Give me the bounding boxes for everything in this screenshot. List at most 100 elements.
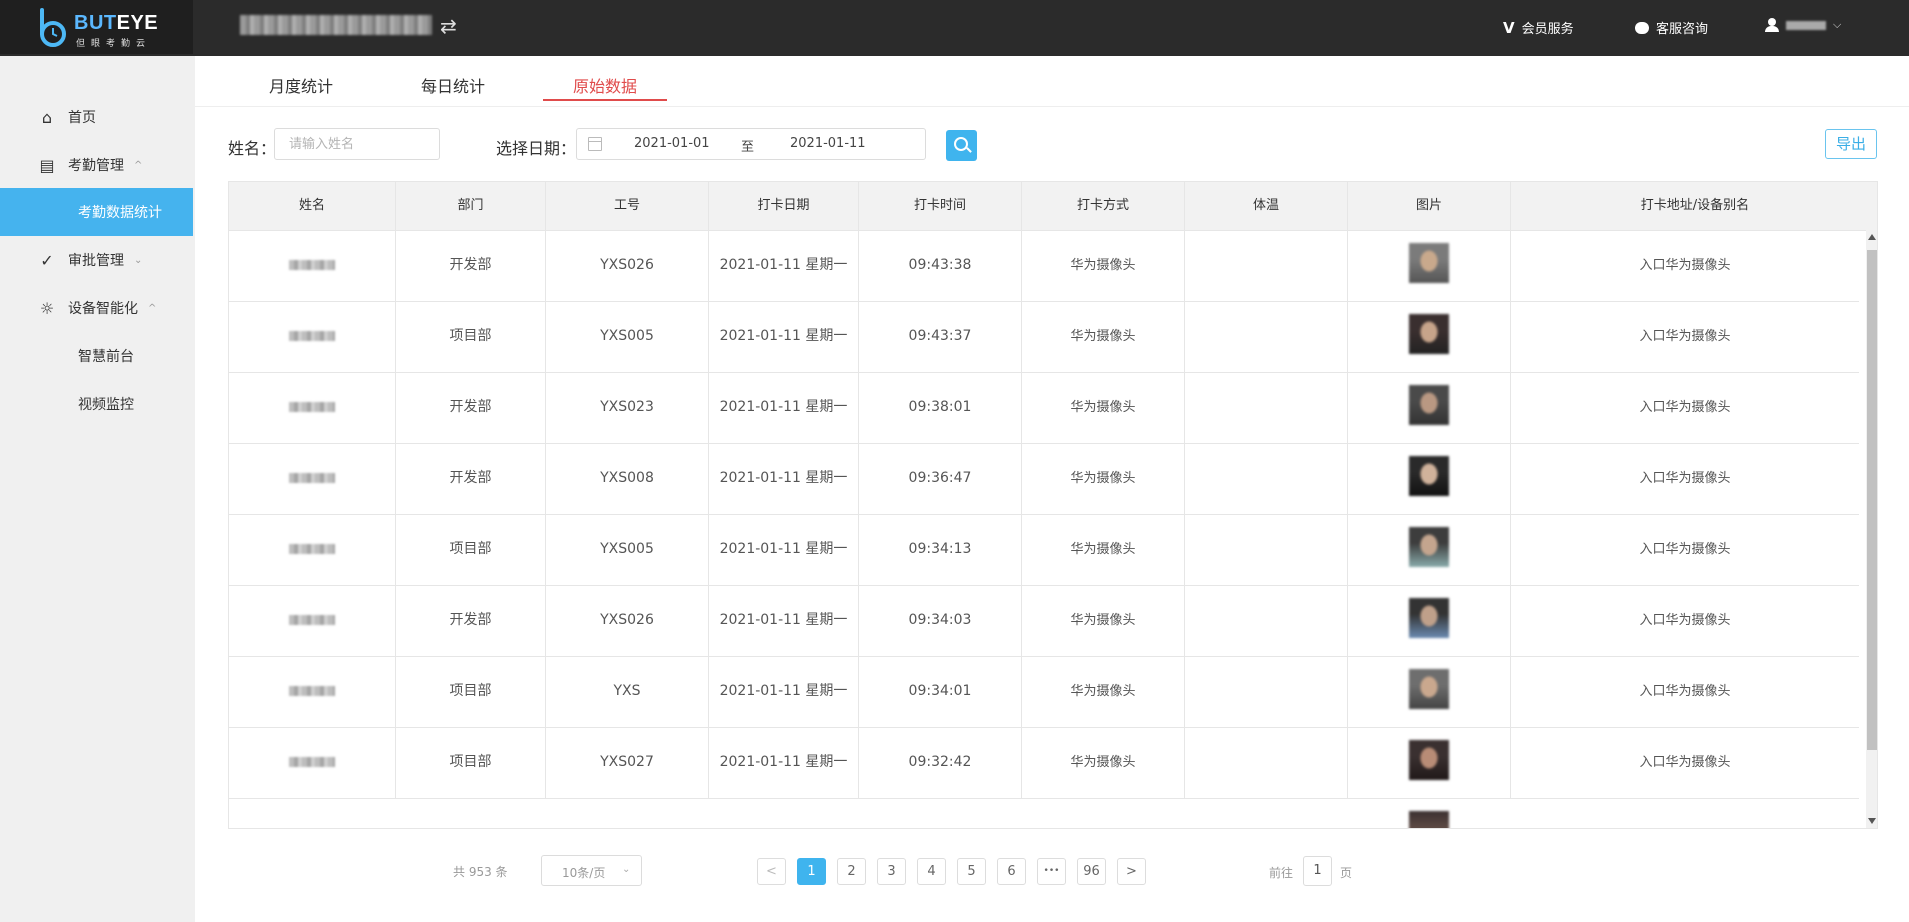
customer-service-label: 客服咨询: [1656, 22, 1709, 37]
page-4[interactable]: 4: [917, 858, 946, 885]
cell-dept: 开发部: [396, 585, 546, 656]
column-header[interactable]: 打卡日期: [709, 182, 859, 230]
face-photo-thumbnail[interactable]: [1409, 527, 1449, 567]
sidebar-item-device[interactable]: ☼ 设备智能化 ^: [0, 284, 193, 332]
column-header[interactable]: 姓名: [229, 182, 396, 230]
cell-employee-id: YXS023: [546, 372, 709, 443]
search-button[interactable]: [946, 130, 977, 161]
page-size-select[interactable]: 10条/页 ⌄: [541, 855, 642, 886]
page-2[interactable]: 2: [837, 858, 866, 885]
sidebar: ⌂ 首页 ▤ 考勤管理 ^ 考勤数据统计 ✓ 审批管理 ⌄ ☼ 设备智能化 ^ …: [0, 56, 195, 922]
cell-name: [229, 727, 396, 798]
cell-method: 华为摄像头: [1022, 514, 1185, 585]
calendar-chart-icon: ▤: [39, 155, 55, 175]
scroll-up-arrow-icon[interactable]: [1868, 234, 1876, 240]
page-6[interactable]: 6: [997, 858, 1026, 885]
cell-photo[interactable]: [1348, 656, 1511, 727]
sidebar-item-smart-reception[interactable]: 智慧前台: [0, 332, 193, 380]
face-photo-thumbnail[interactable]: [1409, 456, 1449, 496]
date-start[interactable]: 2021-01-01: [634, 136, 710, 151]
sidebar-item-approval[interactable]: ✓ 审批管理 ⌄: [0, 236, 193, 284]
chevron-down-icon: ⌄: [134, 254, 143, 266]
cell-photo[interactable]: [1348, 230, 1511, 301]
sidebar-item-video-monitor[interactable]: 视频监控: [0, 380, 193, 428]
scroll-down-arrow-icon[interactable]: [1868, 818, 1876, 824]
face-photo-thumbnail[interactable]: [1409, 740, 1449, 780]
column-header[interactable]: 体温: [1185, 182, 1348, 230]
cell-date: 2021-01-11 星期一: [709, 727, 859, 798]
cell-address: 入口华为摄像头: [1639, 400, 1731, 415]
table-scrollbar[interactable]: [1866, 230, 1877, 828]
column-header[interactable]: 打卡时间: [859, 182, 1022, 230]
customer-service-link[interactable]: 客服咨询: [1635, 18, 1708, 37]
sidebar-item-label: 视频监控: [78, 397, 134, 413]
goto-page-input[interactable]: 1: [1303, 856, 1332, 886]
cell-employee-id: YXS008: [546, 443, 709, 514]
face-photo-thumbnail[interactable]: [1409, 243, 1449, 283]
table-row: 开发部 YXS026 2021-01-11 星期一 09:43:38 华为摄像头 入口华为…: [229, 230, 1859, 302]
company-name-redacted: [240, 15, 432, 35]
cell-address: 入口华为摄像头: [1639, 258, 1731, 273]
cell-photo[interactable]: [1348, 727, 1511, 798]
calendar-icon: [588, 137, 602, 151]
date-range-picker[interactable]: 2021-01-01 至 2021-01-11: [576, 128, 926, 160]
logo[interactable]: BUTEYE 但眼考勤云: [0, 0, 193, 54]
page-ellipsis[interactable]: •••: [1037, 858, 1066, 885]
face-photo-thumbnail[interactable]: [1409, 669, 1449, 709]
export-button[interactable]: 导出: [1825, 129, 1877, 159]
cell-dept: 开发部: [396, 230, 546, 301]
sidebar-item-attendance[interactable]: ▤ 考勤管理 ^: [0, 141, 193, 189]
column-header[interactable]: 工号: [546, 182, 709, 230]
vip-service-link[interactable]: V 会员服务: [1503, 18, 1574, 38]
face-photo-thumbnail[interactable]: [1409, 598, 1449, 638]
cell-employee-id: YXS026: [546, 230, 709, 301]
page-5[interactable]: 5: [957, 858, 986, 885]
switch-company-icon[interactable]: ⇄: [440, 14, 457, 38]
cell-photo[interactable]: [1348, 301, 1511, 372]
cell-photo[interactable]: [1348, 585, 1511, 656]
cell-photo[interactable]: [1348, 372, 1511, 443]
sidebar-item-attendance-stats[interactable]: 考勤数据统计: [0, 188, 193, 236]
table-row: 开发部 YXS023 2021-01-11 星期一 09:38:01 华为摄像头 入口华为…: [229, 372, 1859, 444]
tab-bar: 月度统计 每日统计 原始数据: [195, 56, 1909, 107]
home-icon: ⌂: [41, 107, 53, 127]
tab-daily-stats[interactable]: 每日统计: [421, 73, 485, 97]
user-menu[interactable]: ⌵: [1765, 18, 1841, 32]
next-page-button[interactable]: >: [1117, 858, 1146, 885]
column-header[interactable]: 打卡地址/设备别名: [1511, 182, 1877, 230]
prev-page-button[interactable]: <: [757, 858, 786, 885]
cell-employee-id: YXS027: [546, 727, 709, 798]
date-end[interactable]: 2021-01-11: [790, 136, 866, 151]
page-1[interactable]: 1: [797, 858, 826, 885]
top-bar: BUTEYE 但眼考勤云 ⇄ V 会员服务 客服咨询 ⌵: [0, 0, 1909, 56]
face-photo-thumbnail[interactable]: [1409, 385, 1449, 425]
cell-date: 2021-01-11 星期一: [709, 585, 859, 656]
face-photo-thumbnail[interactable]: [1409, 314, 1449, 354]
scrollbar-thumb[interactable]: [1867, 250, 1877, 750]
cell-name: [229, 585, 396, 656]
logo-text: BUTEYE: [74, 12, 159, 34]
page-3[interactable]: 3: [877, 858, 906, 885]
cell-dept: 项目部: [396, 656, 546, 727]
table-row: 项目部 YXS005 2021-01-11 星期一 09:43:37 华为摄像头 入口华为…: [229, 301, 1859, 373]
cell-time: 09:38:01: [859, 372, 1022, 443]
table-row: 项目部 YXS 2021-01-11 星期一 09:34:01 华为摄像头 入口华为摄像头: [229, 656, 1859, 728]
cell-employee-id: YXS005: [546, 301, 709, 372]
date-filter-label: 选择日期：: [496, 139, 577, 158]
sidebar-item-home[interactable]: ⌂ 首页: [0, 93, 193, 141]
cell-method: 华为摄像头: [1022, 372, 1185, 443]
tab-raw-data[interactable]: 原始数据: [573, 73, 637, 97]
name-search-input[interactable]: [274, 128, 440, 160]
column-header[interactable]: 部门: [396, 182, 546, 230]
column-header[interactable]: 图片: [1348, 182, 1511, 230]
cell-photo[interactable]: [1348, 443, 1511, 514]
column-header[interactable]: 打卡方式: [1022, 182, 1185, 230]
page-96[interactable]: 96: [1077, 858, 1106, 885]
face-photo-thumbnail[interactable]: [1409, 811, 1449, 828]
cell-photo[interactable]: [1348, 514, 1511, 585]
employee-name-redacted: [289, 544, 335, 554]
cell-name: [229, 230, 396, 301]
cell-date: 2021-01-11 星期一: [709, 372, 859, 443]
tab-monthly-stats[interactable]: 月度统计: [269, 73, 333, 97]
cell-name: [229, 301, 396, 372]
